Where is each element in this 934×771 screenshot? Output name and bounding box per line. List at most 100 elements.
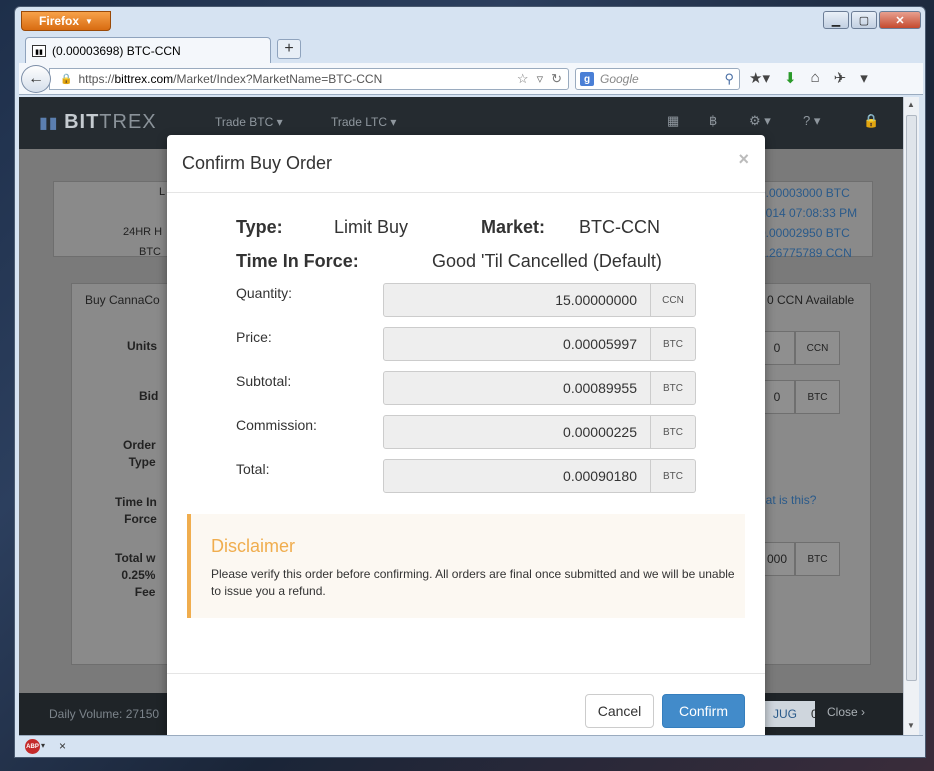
total-field: 0.00090180 [383, 459, 651, 493]
scroll-down-icon[interactable]: ▼ [907, 721, 915, 730]
total-unit: BTC [795, 542, 840, 576]
home-icon[interactable]: ⌂ [811, 69, 820, 87]
order-type-label: Order Type [123, 438, 156, 469]
jug-label: JUG [773, 707, 797, 721]
firefox-menu-button[interactable]: Firefox ▼ [21, 11, 111, 31]
menu-chevron-icon[interactable]: ▾ [860, 69, 868, 87]
bitcoin-icon[interactable]: ฿ [709, 113, 717, 129]
subtotal-unit: BTC [651, 371, 696, 405]
chart-favicon-icon: ▮▮ [32, 44, 46, 57]
bookmark-star-icon[interactable]: ☆ [517, 71, 529, 87]
commission-field: 0.00000225 [383, 415, 651, 449]
chevron-down-icon: ▼ [85, 16, 93, 26]
jug-value: 0 [811, 707, 818, 721]
quantity-label: Quantity: [236, 285, 293, 301]
type-value: Limit Buy [334, 217, 409, 237]
daily-volume: Daily Volume: 27150 [49, 707, 160, 721]
lock-icon: 🔒 [60, 73, 73, 85]
status-bar: ABP ▾ × [19, 735, 923, 757]
logo-rest: TREX [99, 111, 157, 133]
type-label: Type: [236, 217, 283, 238]
buy-panel-title: Buy CannaCo [85, 293, 160, 307]
confirm-buy-order-modal: Confirm Buy Order × Type: Limit Buy Mark… [167, 135, 765, 735]
modal-header: Confirm Buy Order × [167, 135, 765, 193]
browser-tab[interactable]: ▮▮ (0.00003698) BTC-CCN [25, 37, 271, 63]
modal-close-icon[interactable]: × [738, 149, 749, 170]
web-page: ▮▮ BITTREX Trade BTC ▾ Trade LTC ▾ ▦ ฿ ⚙… [19, 97, 903, 735]
total-label: Total: [236, 461, 270, 477]
available-balance: 0 CCN Available [767, 293, 855, 307]
navigation-toolbar: 🔒 https://bittrex.com/Market/Index?Marke… [19, 63, 923, 95]
bittrex-logo[interactable]: ▮▮ BITTREX [39, 111, 157, 134]
footer-close-label: Close [827, 705, 858, 719]
type-label-text: Type: [236, 217, 283, 237]
reload-icon[interactable]: ↻ [551, 71, 562, 87]
confirm-button[interactable]: Confirm [662, 694, 745, 728]
time-in-force-label: Time In Force [115, 495, 157, 526]
url-bar-icons: ☆ ▿ ↻ [517, 71, 562, 87]
url-domain: bittrex.com [114, 72, 174, 86]
bid-unit: BTC [795, 380, 840, 414]
dropdown-arrow-icon[interactable]: ▿ [537, 71, 544, 87]
google-icon[interactable]: g [580, 72, 594, 86]
total-fee-label: Total w 0.25% Fee [115, 551, 156, 599]
addon-icon[interactable]: ✈ [834, 69, 847, 87]
bid-label: Bid [139, 389, 159, 403]
nav-trade-ltc[interactable]: Trade LTC ▾ [331, 115, 396, 129]
bg-value-3: 2.26775789 CCN [759, 246, 852, 260]
units-label: Units [127, 339, 157, 353]
firefox-menu-label: Firefox [39, 14, 80, 28]
chevron-right-icon: › [861, 705, 866, 719]
minimize-button[interactable]: ▁ [823, 11, 849, 29]
price-label: Price: [236, 329, 272, 345]
close-window-button[interactable]: ✕ [879, 11, 921, 29]
help-icon[interactable]: ? ▾ [803, 113, 820, 129]
footer-close-button[interactable]: Close › [827, 705, 865, 719]
market-value: BTC-CCN [579, 217, 660, 237]
bg-value-0: 0.00003000 BTC [759, 186, 850, 200]
close-addon-bar-icon[interactable]: × [59, 739, 66, 753]
bookmarks-menu-icon[interactable]: ★▾ [749, 69, 770, 87]
bg-value-1: 2014 07:08:33 PM [759, 206, 858, 220]
price-unit: BTC [651, 327, 696, 361]
scroll-thumb[interactable] [906, 115, 917, 681]
bg-label-24hr: 24HR H [123, 226, 163, 238]
search-bar[interactable]: g Google ⚲ [575, 68, 740, 90]
toolbar-icons: ★▾ ⬇ ⌂ ✈ ▾ [749, 69, 868, 87]
browser-window: Firefox ▼ ▁ ▢ ✕ ▮▮ (0.00003698) BTC-CCN … [14, 6, 926, 758]
nav-trade-btc[interactable]: Trade BTC ▾ [215, 115, 283, 129]
scroll-up-icon[interactable]: ▲ [907, 100, 915, 109]
calendar-icon[interactable]: ▦ [667, 113, 679, 129]
what-is-this-link[interactable]: hat is this? [759, 493, 816, 507]
lock-icon[interactable]: 🔒 [863, 113, 879, 129]
nav-trade-btc-label: Trade BTC [215, 115, 274, 129]
tif-value: Good 'Til Cancelled (Default) [432, 251, 662, 271]
nav-trade-ltc-label: Trade LTC [331, 115, 388, 129]
quantity-field: 15.00000000 [383, 283, 651, 317]
tif-label: Time In Force: [236, 251, 359, 271]
adblock-icon[interactable]: ABP [25, 739, 40, 754]
modal-footer: Cancel Confirm [167, 673, 765, 735]
subtotal-field: 0.00089955 [383, 371, 651, 405]
new-tab-button[interactable]: + [277, 39, 301, 59]
quantity-unit: CCN [651, 283, 696, 317]
gear-icon[interactable]: ⚙ ▾ [749, 113, 771, 129]
url-bar[interactable]: 🔒 https://bittrex.com/Market/Index?Marke… [49, 68, 569, 90]
cancel-button[interactable]: Cancel [585, 694, 654, 728]
bg-label-btc: BTC [139, 246, 161, 258]
total-unit: BTC [651, 459, 696, 493]
download-icon[interactable]: ⬇ [784, 69, 797, 87]
adblock-dropdown-icon[interactable]: ▾ [41, 741, 45, 750]
maximize-button[interactable]: ▢ [851, 11, 877, 29]
page-scrollbar[interactable]: ▲ ▼ [903, 97, 919, 735]
commission-label: Commission: [236, 417, 317, 433]
window-controls: ▁ ▢ ✕ [823, 11, 921, 29]
jug-balance[interactable]: JUG 0 [765, 701, 818, 727]
back-button[interactable]: ← [21, 65, 51, 93]
search-icon[interactable]: ⚲ [724, 71, 734, 87]
bg-value-2: 0.00002950 BTC [759, 226, 850, 240]
disclaimer-title: Disclaimer [211, 536, 296, 556]
time-in-force-row: Time In Force: [236, 251, 359, 272]
tab-title: (0.00003698) BTC-CCN [52, 43, 181, 58]
logo-main: BIT [64, 111, 100, 133]
